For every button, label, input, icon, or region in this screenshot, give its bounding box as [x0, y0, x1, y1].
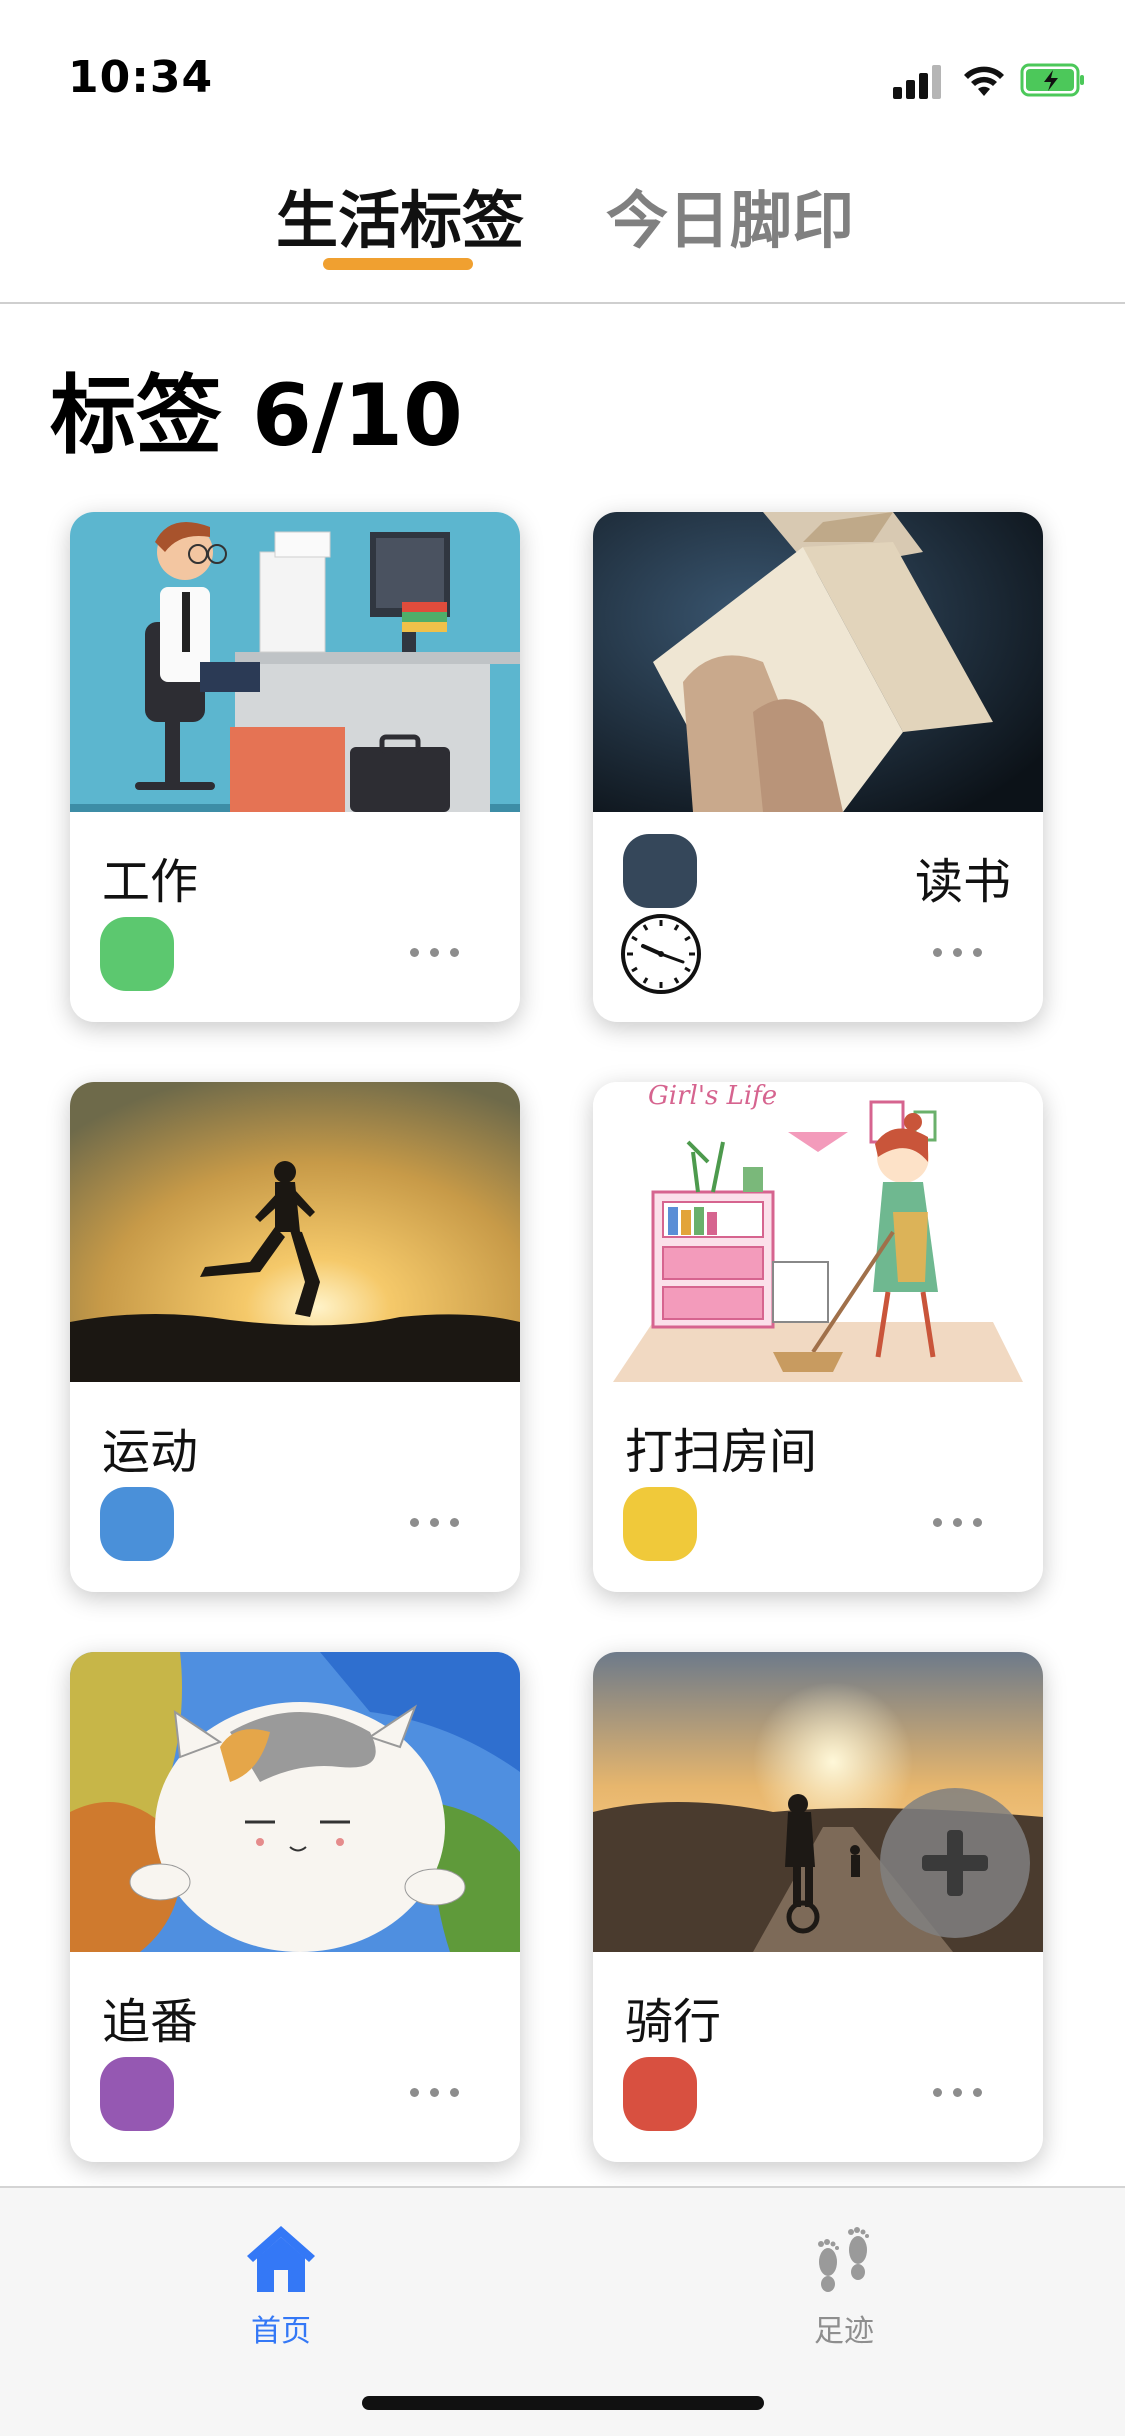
tag-card-cleaning[interactable]: Girl's Life 打扫房间	[593, 1082, 1043, 1592]
tab-home[interactable]: 首页	[201, 2218, 361, 2350]
tag-card-reading[interactable]: 读书	[593, 512, 1043, 1022]
battery-charging-icon	[1020, 63, 1084, 97]
cleaning-card-image: Girl's Life	[593, 1082, 1043, 1382]
footprints-icon	[818, 2227, 869, 2292]
card-label: 工作	[102, 854, 199, 910]
card-label: 运动	[102, 1424, 199, 1480]
plus-icon	[922, 1830, 988, 1896]
top-tab-bar: 生活标签 今日脚印	[0, 150, 1125, 304]
exercise-card-image	[70, 1082, 520, 1382]
tab-home-label: 首页	[251, 2314, 311, 2349]
home-icon	[247, 2226, 315, 2292]
wifi-icon	[964, 66, 1004, 96]
tag-color-swatch	[100, 917, 174, 991]
anime-card-image	[70, 1652, 520, 1952]
home-indicator	[362, 2396, 764, 2410]
more-options-icon[interactable]	[933, 1512, 983, 1532]
more-options-icon[interactable]	[410, 942, 460, 962]
status-time: 10:34	[68, 52, 214, 103]
tag-card-anime[interactable]: 追番	[70, 1652, 520, 2162]
reading-card-image	[593, 512, 1043, 812]
tag-color-swatch	[623, 2057, 697, 2131]
more-options-icon[interactable]	[410, 2082, 460, 2102]
tag-card-exercise[interactable]: 运动	[70, 1082, 520, 1592]
svg-text:Girl's Life: Girl's Life	[648, 1082, 777, 1111]
tag-color-swatch	[623, 834, 697, 908]
screen: 10:34 生活标签 今日脚印 标签 6/10 工作 读书 运动 Girl's …	[0, 0, 1125, 2436]
card-label: 打扫房间	[625, 1424, 818, 1480]
more-options-icon[interactable]	[933, 2082, 983, 2102]
add-tag-button[interactable]	[880, 1788, 1030, 1938]
work-card-image	[70, 512, 520, 812]
tag-color-swatch	[623, 1487, 697, 1561]
tab-footprints-label: 足迹	[814, 2314, 874, 2349]
tab-life-tags[interactable]: 生活标签	[276, 170, 524, 260]
cellular-signal-icon	[893, 65, 945, 99]
tag-color-swatch	[100, 1487, 174, 1561]
card-label: 读书	[914, 854, 1011, 910]
more-options-icon[interactable]	[410, 1512, 460, 1532]
tag-color-swatch	[100, 2057, 174, 2131]
tag-card-work[interactable]: 工作	[70, 512, 520, 1022]
clock-icon	[621, 914, 701, 994]
active-tab-indicator	[323, 258, 473, 270]
section-title: 标签 6/10	[50, 366, 463, 466]
tab-footprints[interactable]: 足迹	[764, 2218, 924, 2350]
tab-today-footprints[interactable]: 今日脚印	[606, 170, 854, 260]
more-options-icon[interactable]	[933, 942, 983, 962]
card-label: 追番	[102, 1994, 199, 2050]
status-bar: 10:34	[0, 0, 1125, 150]
card-label: 骑行	[625, 1994, 722, 2050]
